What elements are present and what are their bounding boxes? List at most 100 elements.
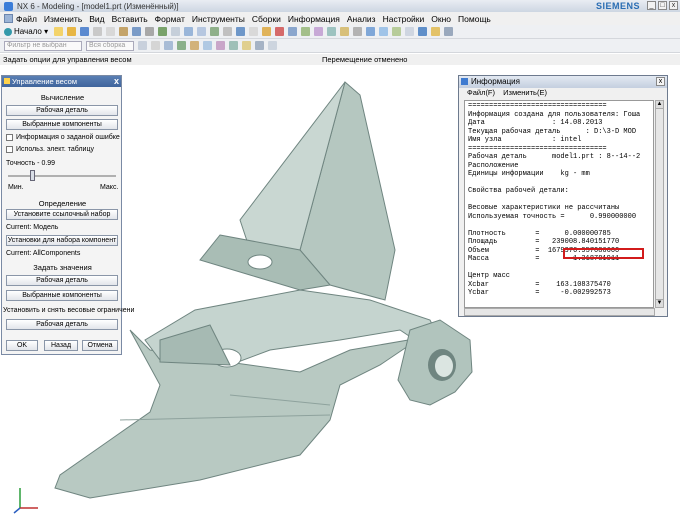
extrude-icon[interactable]	[366, 27, 376, 36]
info-line: Свойства рабочей детали:	[468, 187, 569, 195]
center-icon[interactable]	[216, 41, 225, 50]
calc-section-header: Вычисление	[40, 93, 85, 102]
settings-icon[interactable]	[444, 27, 454, 36]
info-menu-edit[interactable]: Изменить(E)	[503, 88, 547, 97]
dialog-close-button[interactable]: x	[114, 76, 119, 87]
checkbox-box[interactable]	[6, 146, 13, 153]
error-info-checkbox[interactable]: Информация о заданой ошибке	[6, 134, 120, 141]
menu-help[interactable]: Помощь	[458, 14, 491, 24]
existing-point-icon[interactable]	[268, 41, 277, 50]
zoom-icon[interactable]	[184, 27, 194, 36]
close-button[interactable]: x	[669, 1, 678, 10]
scroll-down-icon[interactable]: ▼	[656, 299, 663, 307]
menu-insert[interactable]: Вставить	[112, 14, 148, 24]
redo-icon[interactable]	[145, 27, 155, 36]
document-icon	[4, 14, 13, 23]
info-horizontal-scrollbar[interactable]	[464, 308, 655, 316]
start-button[interactable]: Начало ▾	[4, 27, 48, 36]
info-line	[468, 179, 650, 188]
use-table-checkbox[interactable]: Использ. элект. таблицу	[6, 146, 94, 153]
sketch-icon[interactable]	[158, 27, 168, 36]
menu-edit[interactable]: Изменить	[44, 14, 82, 24]
selected-components-button-2[interactable]: Выбранные компоненты	[6, 290, 118, 301]
rotate-icon[interactable]	[197, 27, 207, 36]
selected-components-button[interactable]: Выбранные компоненты	[6, 119, 118, 130]
info-line: Дата : 14.08.2013	[468, 119, 603, 127]
info-line: Рабочая деталь model1.prt : 8--14--2	[468, 153, 641, 161]
mid-point-icon[interactable]	[203, 41, 212, 50]
new-icon[interactable]	[54, 27, 64, 36]
color-icon[interactable]	[431, 27, 441, 36]
menu-format[interactable]: Формат	[155, 14, 185, 24]
open-icon[interactable]	[67, 27, 77, 36]
weight-limits-label: Установить и снять весовые ограничени	[3, 307, 135, 314]
info-menu-file[interactable]: Файл(F)	[467, 88, 495, 97]
work-part-button-2[interactable]: Рабочая деталь	[6, 275, 118, 286]
cut-icon[interactable]	[93, 27, 103, 36]
minimize-button[interactable]: _	[647, 1, 656, 10]
menu-information[interactable]: Информация	[288, 14, 340, 24]
info-line: Информация создана для пользователя: Гош…	[468, 110, 641, 119]
save-icon[interactable]	[80, 27, 90, 36]
menu-assemblies[interactable]: Сборки	[252, 14, 281, 24]
hole-icon[interactable]	[392, 27, 402, 36]
pan-icon[interactable]	[210, 27, 220, 36]
accuracy-slider-thumb[interactable]	[30, 170, 35, 181]
filter-icon[interactable]	[138, 41, 147, 50]
info-line: Расположение	[468, 161, 519, 170]
accuracy-slider-track[interactable]	[8, 175, 116, 177]
blend-icon[interactable]	[340, 27, 350, 36]
back-button[interactable]: Назад	[44, 340, 78, 351]
scope-combo[interactable]: Вся сборка	[86, 40, 134, 51]
tangent-icon[interactable]	[255, 41, 264, 50]
render-icon[interactable]	[405, 27, 415, 36]
menu-analysis[interactable]: Анализ	[347, 14, 376, 24]
info-close-button[interactable]: x	[656, 77, 665, 86]
assembly-icon[interactable]	[418, 27, 428, 36]
menu-bar: Файл Изменить Вид Вставить Формат Инстру…	[0, 12, 680, 25]
maximize-button[interactable]: □	[658, 1, 667, 10]
menu-view[interactable]: Вид	[89, 14, 104, 24]
select-all-icon[interactable]	[164, 41, 173, 50]
current-all-components-label: Current: AllComponents	[6, 250, 81, 257]
checkbox-box[interactable]	[6, 134, 13, 141]
revolve-icon[interactable]	[379, 27, 389, 36]
wireframe-icon[interactable]	[249, 27, 259, 36]
gear-icon	[4, 27, 12, 36]
work-part-button[interactable]: Рабочая деталь	[6, 105, 118, 116]
menu-tools[interactable]: Инструменты	[192, 14, 245, 24]
type-filter-combo[interactable]: Фильтр не выбран	[4, 40, 82, 51]
component-set-button[interactable]: Установки для набора компонент	[6, 235, 118, 246]
set-reference-set-button[interactable]: Установите ссылочный набор	[6, 209, 118, 220]
paste-icon[interactable]	[119, 27, 129, 36]
menu-window[interactable]: Окно	[431, 14, 451, 24]
fit-icon[interactable]	[171, 27, 181, 36]
point-icon[interactable]	[177, 41, 186, 50]
cancel-button[interactable]: Отмена	[82, 340, 118, 351]
work-part-button-3[interactable]: Рабочая деталь	[6, 319, 118, 330]
snap-icon[interactable]	[288, 27, 298, 36]
shaded-icon[interactable]	[236, 27, 246, 36]
info-text-area[interactable]: ================================= Информ…	[464, 100, 654, 308]
quadrant-icon[interactable]	[242, 41, 251, 50]
status-bar: Задать опции для управления весом Переме…	[0, 54, 680, 65]
info-line: Единицы информации kg - mm	[468, 170, 590, 178]
measure-icon[interactable]	[301, 27, 311, 36]
reset-filter-icon[interactable]	[151, 41, 160, 50]
copy-icon[interactable]	[106, 27, 116, 36]
menu-preferences[interactable]: Настройки	[383, 14, 425, 24]
analysis-icon[interactable]	[314, 27, 324, 36]
chamfer-icon[interactable]	[353, 27, 363, 36]
view-icon[interactable]	[223, 27, 233, 36]
ok-button[interactable]: OK	[6, 340, 38, 351]
undo-icon[interactable]	[132, 27, 142, 36]
menu-file[interactable]: Файл	[16, 14, 37, 24]
dialog-title: Управление весом	[12, 77, 78, 86]
feature-icon[interactable]	[327, 27, 337, 36]
intersect-icon[interactable]	[229, 41, 238, 50]
select-icon[interactable]	[275, 27, 285, 36]
scroll-up-icon[interactable]: ▲	[656, 101, 663, 109]
info-vertical-scrollbar[interactable]: ▲ ▼	[655, 100, 664, 308]
end-point-icon[interactable]	[190, 41, 199, 50]
layer-icon[interactable]	[262, 27, 272, 36]
